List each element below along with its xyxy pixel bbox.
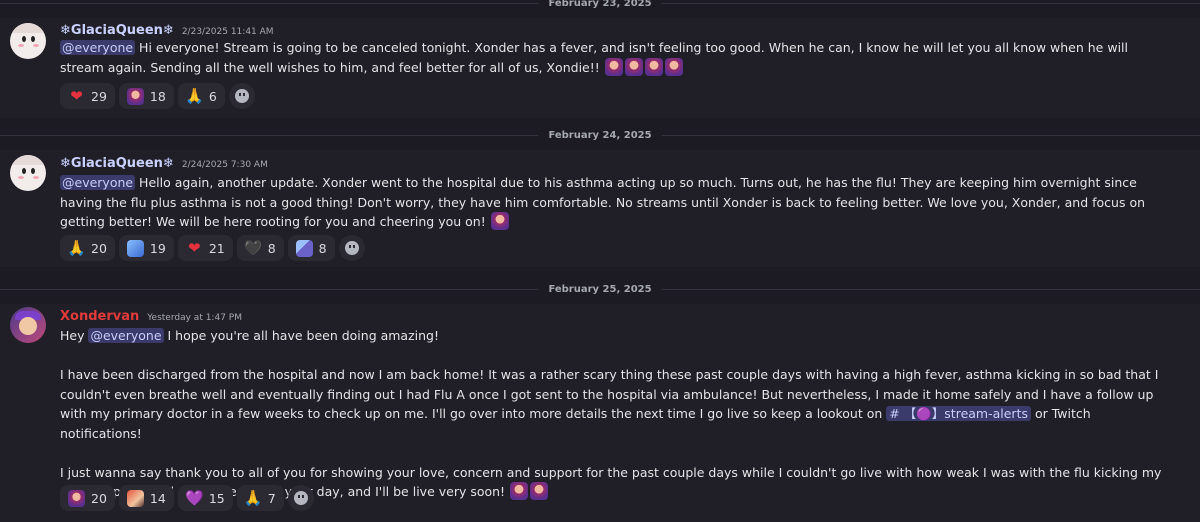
black-heart-icon: 🖤 — [243, 238, 263, 257]
reaction-pixel-character[interactable]: 8 — [287, 235, 335, 261]
reaction-xonder-emote[interactable]: 20 — [60, 485, 115, 511]
date-divider-label: February 23, 2025 — [548, 0, 652, 9]
timestamp: 2/23/2025 11:41 AM — [181, 27, 274, 37]
reaction-count: 8 — [318, 240, 327, 256]
message[interactable]: ❄GlaciaQueen❄ 2/24/2025 7:30 AM @everyon… — [0, 150, 1200, 267]
message-paragraph: I have been discharged from the hospital… — [60, 365, 1170, 443]
reaction-fighter-emote[interactable]: 14 — [118, 485, 174, 511]
xonder-emote-icon — [604, 57, 623, 76]
purple-heart-icon: 💜 — [184, 488, 204, 507]
reaction-folded-hands[interactable]: 🙏 7 — [236, 485, 284, 511]
reactions-bar: ❤ 29 18 🙏 6 — [60, 83, 255, 109]
reaction-count: 29 — [91, 88, 107, 104]
reaction-black-heart[interactable]: 🖤 8 — [236, 235, 284, 261]
date-divider-label: February 25, 2025 — [548, 283, 652, 295]
message[interactable]: ❄GlaciaQueen❄ 2/23/2025 11:41 AM @everyo… — [0, 18, 1200, 118]
reaction-xonder-emote[interactable]: 18 — [118, 83, 174, 109]
reaction-count: 7 — [267, 490, 276, 506]
message-text: Hi everyone! Stream is going to be cance… — [60, 40, 1128, 75]
date-divider: February 24, 2025 — [0, 128, 1200, 142]
reaction-purple-heart[interactable]: 💜 15 — [177, 485, 233, 511]
message-line: Hey @everyone I hope you're all have bee… — [60, 326, 1170, 346]
author-name[interactable]: ❄GlaciaQueen❄ — [60, 23, 174, 38]
reaction-folded-hands[interactable]: 🙏 20 — [60, 235, 115, 261]
folded-hands-icon: 🙏 — [67, 238, 86, 257]
message[interactable]: Xondervan Yesterday at 1:47 PM Hey @ever… — [0, 304, 1200, 522]
avatar[interactable] — [10, 155, 46, 191]
blue-character-emote-icon — [126, 239, 144, 257]
message-text: Hello again, another update. Xonder went… — [60, 175, 1146, 229]
folded-hands-icon: 🙏 — [184, 86, 204, 105]
reaction-count: 14 — [149, 490, 166, 506]
reaction-count: 6 — [208, 88, 217, 104]
reaction-count: 20 — [91, 240, 107, 256]
message-content: Hey @everyone I hope you're all have bee… — [60, 326, 1170, 502]
mention-everyone[interactable]: @everyone — [88, 328, 164, 343]
smiley-icon — [234, 89, 249, 103]
add-reaction-button[interactable] — [228, 83, 255, 109]
timestamp: 2/24/2025 7:30 AM — [181, 160, 268, 170]
folded-hands-icon: 🙏 — [243, 488, 263, 507]
add-reaction-button[interactable] — [287, 485, 314, 511]
add-reaction-button[interactable] — [338, 235, 365, 261]
reaction-count: 18 — [149, 88, 166, 104]
red-heart-icon: ❤ — [70, 86, 83, 105]
author-name[interactable]: ❄GlaciaQueen❄ — [60, 156, 174, 171]
date-divider: February 25, 2025 — [0, 282, 1200, 296]
reaction-red-heart[interactable]: ❤ 21 — [177, 235, 233, 261]
date-divider-label: February 24, 2025 — [548, 129, 652, 141]
message-text: I hope you're all have been doing amazin… — [163, 328, 439, 343]
date-divider: February 23, 2025 — [0, 0, 1200, 10]
timestamp: Yesterday at 1:47 PM — [147, 313, 242, 323]
reactions-bar: 🙏 20 19 ❤ 21 🖤 8 8 — [60, 235, 365, 261]
avatar[interactable] — [10, 307, 46, 343]
reaction-count: 8 — [267, 240, 276, 256]
reaction-folded-hands[interactable]: 🙏 6 — [177, 83, 225, 109]
reaction-count: 21 — [208, 240, 225, 256]
xonder-emote-icon — [530, 482, 549, 500]
channel-mention-stream-alerts[interactable]: # 【🟣】stream-alerts — [886, 406, 1031, 421]
message-text: Hey — [60, 328, 89, 343]
reaction-red-heart[interactable]: ❤ 29 — [60, 83, 115, 109]
xonder-emote-icon — [490, 212, 509, 230]
fighter-emote-icon — [126, 489, 144, 507]
xonder-emote-icon — [510, 482, 529, 500]
xonder-emote-icon — [664, 57, 683, 76]
mention-everyone[interactable]: @everyone — [60, 175, 136, 190]
xonder-emote-icon — [126, 87, 144, 105]
author-name[interactable]: Xondervan — [60, 309, 139, 324]
reaction-count: 15 — [208, 490, 225, 506]
pixel-character-emote-icon — [295, 239, 313, 257]
reaction-count: 19 — [149, 240, 166, 256]
xonder-emote-icon — [624, 57, 643, 76]
xonder-emote-icon — [644, 57, 663, 76]
message-content: @everyone Hello again, another update. X… — [60, 173, 1170, 232]
mention-everyone[interactable]: @everyone — [60, 40, 136, 55]
red-heart-icon: ❤ — [188, 238, 201, 257]
smiley-icon — [293, 491, 308, 505]
reaction-blue-character[interactable]: 19 — [118, 235, 174, 261]
xonder-emote-icon — [68, 489, 85, 507]
avatar[interactable] — [10, 23, 46, 59]
reaction-count: 20 — [91, 490, 107, 506]
smiley-icon — [344, 241, 359, 255]
message-content: @everyone Hi everyone! Stream is going t… — [60, 38, 1170, 77]
reactions-bar: 20 14 💜 15 🙏 7 — [60, 485, 314, 511]
